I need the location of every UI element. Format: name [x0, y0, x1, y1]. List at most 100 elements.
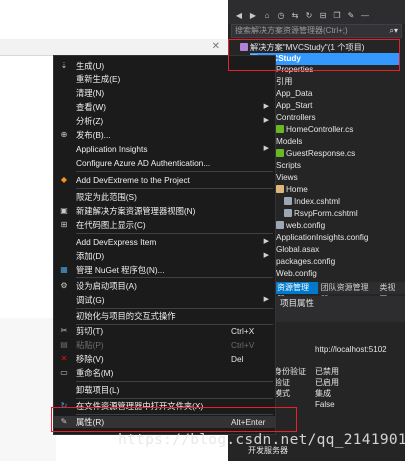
property-value: 已禁用: [315, 367, 339, 376]
menu-item-label: 初始化与项目的交互式操作: [76, 311, 176, 321]
tree-item[interactable]: Models: [276, 136, 302, 148]
tree-item[interactable]: ApplicationInsights.config: [276, 232, 368, 244]
menu-item-add-devexpress[interactable]: Add DevExpress Item ▶: [54, 236, 275, 248]
collapse-icon[interactable]: ⊟: [318, 11, 328, 21]
menu-item-clean[interactable]: 清理(N): [54, 87, 275, 99]
tree-item[interactable]: RsvpForm.cshtml: [284, 208, 358, 220]
history-icon[interactable]: ◷: [276, 11, 286, 21]
menu-item-rename[interactable]: ▭ 重命名(M): [54, 367, 275, 379]
back-icon[interactable]: ◀: [234, 11, 244, 21]
menu-separator: [76, 277, 273, 278]
annotation-box-project: [228, 39, 400, 71]
wrench-icon[interactable]: ✎: [346, 11, 356, 21]
menu-item-show-on-code-map[interactable]: ⊞ 在代码图上显示(C): [54, 219, 275, 231]
menu-item-add[interactable]: 添加(D) ▶: [54, 250, 275, 262]
search-placeholder: 搜索解决方案资源管理器(Ctrl+;): [235, 26, 348, 35]
search-input[interactable]: 搜索解决方案资源管理器(Ctrl+;) ⌕▾: [231, 24, 402, 38]
search-icon[interactable]: ⌕▾: [390, 25, 399, 37]
build-icon: ⇣: [60, 61, 68, 70]
tree-item[interactable]: Index.cshtml: [284, 196, 340, 208]
submenu-arrow-icon: ▶: [263, 103, 269, 110]
tree-item[interactable]: 引用: [276, 76, 292, 88]
tree-item[interactable]: Home: [276, 184, 308, 196]
home-icon[interactable]: ⌂: [262, 11, 272, 21]
show-all-icon[interactable]: ❐: [332, 11, 342, 21]
tree-item[interactable]: GuestResponse.cs: [276, 148, 355, 160]
menu-item-label: 重命名(M): [76, 368, 114, 378]
csharp-file-icon: [276, 125, 284, 133]
tree-item[interactable]: HomeController.cs: [276, 124, 353, 136]
tree-item-label: 引用: [276, 77, 293, 86]
menu-item-label: 生成(U): [76, 61, 105, 71]
menu-item-configure-azure-ad[interactable]: Configure Azure AD Authentication...: [54, 157, 275, 169]
menu-item-analyze[interactable]: 分析(Z) ▶: [54, 115, 275, 127]
menu-item-set-startup[interactable]: ⚙ 设为启动项目(A): [54, 280, 275, 292]
tree-item-label: Controllers: [276, 113, 316, 122]
tab-solution-explorer[interactable]: 资源管理器: [274, 282, 318, 304]
editor-lower-region: [0, 318, 56, 461]
tree-item[interactable]: App_Start: [276, 100, 312, 112]
tree-item-label: GuestResponse.cs: [286, 149, 356, 158]
tree-item-label: Home: [286, 185, 308, 194]
tree-item[interactable]: App_Data: [276, 88, 312, 100]
tree-item[interactable]: Views: [276, 172, 298, 184]
forward-icon[interactable]: ▶: [248, 11, 258, 21]
refresh-icon[interactable]: ↻: [304, 11, 314, 21]
tree-item[interactable]: packages.config: [276, 256, 335, 268]
globe-icon: ⊕: [60, 130, 68, 139]
menu-separator: [76, 308, 273, 309]
menu-item-debug[interactable]: 调试(G) ▶: [54, 294, 275, 306]
menu-separator: [76, 188, 273, 189]
menu-item-label: 粘贴(P): [76, 340, 104, 350]
tree-item[interactable]: Web.config: [276, 268, 317, 280]
sync-icon[interactable]: ⇆: [290, 11, 300, 21]
menu-item-label: Application Insights: [76, 144, 148, 154]
config-file-icon: [276, 221, 284, 229]
menu-item-publish[interactable]: ⊕ 发布(B)...: [54, 129, 275, 141]
menu-item-scope-to-this[interactable]: 限定为此范围(S): [54, 191, 275, 203]
dash-icon[interactable]: —: [360, 11, 370, 21]
menu-item-view[interactable]: 查看(W) ▶: [54, 101, 275, 113]
tree-item-label: Web.config: [276, 269, 317, 278]
menu-item-cut[interactable]: ✂ 剪切(T) Ctrl+X: [54, 325, 275, 337]
editor-tab-strip: ✕: [0, 39, 228, 56]
menu-item-add-devextreme[interactable]: ◆ Add DevExtreme to the Project: [54, 174, 275, 186]
context-menu: ⇣ 生成(U) 重新生成(E) 清理(N) 查看(W) ▶ 分析(Z) ▶ ⊕ 发布(B…: [53, 55, 276, 435]
menu-separator: [76, 171, 273, 172]
property-name: 模式: [274, 389, 290, 398]
menu-item-manage-nuget[interactable]: ▦ 管理 NuGet 程序包(N)...: [54, 264, 275, 276]
submenu-arrow-icon: ▶: [263, 252, 269, 259]
paste-icon: ▤: [60, 340, 68, 349]
tree-item[interactable]: Global.asax: [276, 244, 319, 256]
submenu-arrow-icon: ▶: [263, 238, 269, 245]
scissors-icon: ✂: [60, 326, 68, 335]
property-value: 集成: [315, 389, 331, 398]
close-icon[interactable]: ✕: [212, 41, 220, 52]
tree-item-label: HomeController.cs: [286, 125, 354, 134]
tab-class-view[interactable]: 类视图: [376, 282, 405, 304]
watermark: https://blog.csdn.net/qq_21419015: [118, 432, 405, 448]
menu-item-application-insights[interactable]: Application Insights ▶: [54, 143, 275, 155]
menu-item-unload-project[interactable]: 卸载项目(L): [54, 384, 275, 396]
menu-item-remove[interactable]: ✕ 移除(V) Del: [54, 353, 275, 365]
menu-item-label: 调试(G): [76, 295, 105, 305]
menu-item-label: 剪切(T): [76, 326, 104, 336]
tree-item-label: Global.asax: [276, 245, 320, 254]
menu-item-shortcut: Ctrl+X: [231, 326, 255, 336]
menu-item-paste[interactable]: ▤ 粘贴(P) Ctrl+V: [54, 339, 275, 351]
tree-item-label: App_Data: [276, 89, 313, 98]
menu-item-new-solution-view[interactable]: ▣ 新建解决方案资源管理器视图(N): [54, 205, 275, 217]
menu-item-rebuild[interactable]: 重新生成(E): [54, 73, 275, 85]
tree-item[interactable]: Scripts: [276, 160, 301, 172]
menu-item-label: 移除(V): [76, 354, 104, 364]
tab-team-explorer[interactable]: 团队资源管理器: [318, 282, 377, 304]
new-view-icon: ▣: [60, 206, 68, 215]
code-map-icon: ⊞: [60, 220, 68, 229]
menu-item-label: 管理 NuGet 程序包(N)...: [76, 265, 165, 275]
rename-icon: ▭: [60, 368, 68, 377]
tree-item[interactable]: Controllers: [276, 112, 316, 124]
menu-item-label: 新建解决方案资源管理器视图(N): [76, 206, 196, 216]
menu-item-interactive-init[interactable]: 初始化与项目的交互式操作: [54, 310, 275, 322]
menu-item-label: Configure Azure AD Authentication...: [76, 158, 211, 168]
tree-item[interactable]: web.config: [276, 220, 325, 232]
